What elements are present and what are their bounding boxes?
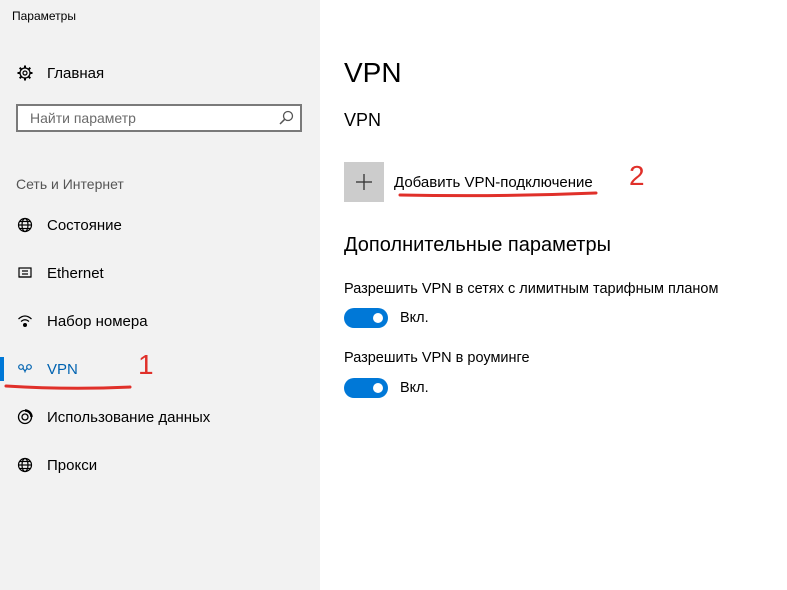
annotation-number-2: 2 — [629, 160, 645, 191]
annotation-overlay — [4, 191, 598, 390]
annotation-number-1: 1 — [138, 349, 154, 380]
annotation-underline-2 — [398, 191, 598, 198]
annotation-underline-1 — [4, 384, 132, 390]
